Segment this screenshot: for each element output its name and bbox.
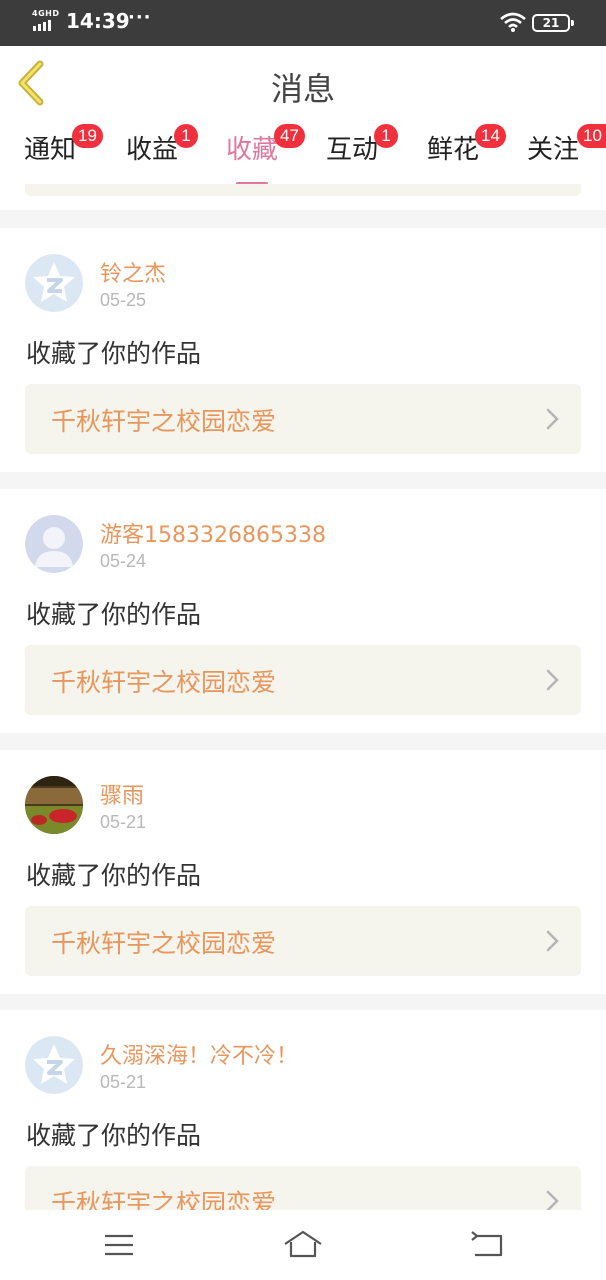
default-avatar-icon[interactable] <box>25 1036 83 1094</box>
network-type: 4GHD <box>32 9 60 18</box>
back-nav-button[interactable] <box>467 1228 507 1262</box>
chevron-right-icon <box>546 930 559 952</box>
list-item: 久溺深海！冷不冷！ 05-21 收藏了你的作品 千秋轩宇之校园恋爱 <box>0 1010 606 1210</box>
battery-icon: 21 <box>532 14 574 32</box>
signal-icon <box>33 20 51 31</box>
tab-flowers[interactable]: 鲜花 14 <box>427 124 506 184</box>
work-card[interactable]: 千秋轩宇之校园恋爱 <box>25 384 581 454</box>
menu-icon <box>105 1234 133 1256</box>
work-title: 千秋轩宇之校园恋爱 <box>51 407 277 436</box>
work-card[interactable]: 千秋轩宇之校园恋爱 <box>25 1166 581 1210</box>
list-item: 骤雨 05-21 收藏了你的作品 千秋轩宇之校园恋爱 <box>0 750 606 994</box>
tab-badge: 10 <box>577 124 606 148</box>
work-title: 千秋轩宇之校园恋爱 <box>51 1189 277 1210</box>
date: 05-21 <box>100 812 147 832</box>
work-title: 千秋轩宇之校园恋爱 <box>51 668 277 697</box>
photo-avatar[interactable] <box>25 776 83 834</box>
divider <box>0 210 606 228</box>
tab-label: 收益 <box>126 135 179 165</box>
tab-label: 关注 <box>527 135 580 165</box>
tab-badge: 14 <box>475 124 506 148</box>
menu-button[interactable] <box>99 1228 139 1262</box>
message-list[interactable]: 铃之杰 05-25 收藏了你的作品 千秋轩宇之校园恋爱 游客1583326865… <box>0 184 606 1210</box>
list-item: 铃之杰 05-25 收藏了你的作品 千秋轩宇之校园恋爱 <box>0 228 606 472</box>
action-text: 收藏了你的作品 <box>26 1121 202 1150</box>
chevron-right-icon <box>546 1190 559 1210</box>
username[interactable]: 久溺深海！冷不冷！ <box>100 1038 298 1070</box>
username[interactable]: 骤雨 <box>100 778 144 810</box>
system-nav-bar <box>0 1210 606 1280</box>
chevron-right-icon <box>546 408 559 430</box>
clock: 14:39 <box>66 9 130 33</box>
username[interactable]: 游客1583326865338 <box>100 517 326 549</box>
action-text: 收藏了你的作品 <box>26 600 202 629</box>
tab-badge: 47 <box>274 124 305 148</box>
work-title: 千秋轩宇之校园恋爱 <box>51 929 277 958</box>
divider <box>0 472 606 490</box>
date: 05-21 <box>100 1072 147 1092</box>
status-bar: 4GHD 14:39 ··· 21 <box>0 0 606 46</box>
tab-following[interactable]: 关注 10 <box>527 124 606 184</box>
work-card[interactable]: 千秋轩宇之校园恋爱 <box>25 906 581 976</box>
guest-avatar-icon[interactable] <box>25 515 83 573</box>
wifi-icon <box>500 12 526 32</box>
tab-notifications[interactable]: 通知 19 <box>24 124 103 184</box>
home-icon <box>284 1230 322 1258</box>
tab-label: 收藏 <box>226 135 279 165</box>
date: 05-24 <box>100 551 147 571</box>
work-card[interactable]: 千秋轩宇之校园恋爱 <box>25 645 581 715</box>
previous-work-card[interactable] <box>25 184 581 196</box>
tab-interactions[interactable]: 互动 1 <box>326 124 398 184</box>
more-notifications-icon: ··· <box>128 7 152 28</box>
divider <box>0 733 606 751</box>
return-icon <box>471 1231 503 1257</box>
tab-label: 通知 <box>24 135 77 165</box>
date: 05-25 <box>100 290 147 310</box>
tab-badge: 19 <box>72 124 103 148</box>
default-avatar-icon[interactable] <box>25 254 83 312</box>
tab-bar: 通知 19 收益 1 收藏 47 互动 1 鲜花 14 关注 10 <box>0 120 606 186</box>
tab-badge: 1 <box>174 124 198 148</box>
tab-label: 互动 <box>326 135 379 165</box>
tab-badge: 1 <box>374 124 398 148</box>
page-title: 消息 <box>270 70 335 108</box>
header: 消息 <box>0 46 606 120</box>
list-item: 游客1583326865338 05-24 收藏了你的作品 千秋轩宇之校园恋爱 <box>0 489 606 733</box>
tab-label: 鲜花 <box>427 135 480 165</box>
action-text: 收藏了你的作品 <box>26 861 202 890</box>
action-text: 收藏了你的作品 <box>26 339 202 368</box>
chevron-right-icon <box>546 669 559 691</box>
tab-favorites[interactable]: 收藏 47 <box>226 124 305 186</box>
home-button[interactable] <box>283 1228 323 1262</box>
username[interactable]: 铃之杰 <box>100 256 166 288</box>
tab-earnings[interactable]: 收益 1 <box>126 124 198 184</box>
